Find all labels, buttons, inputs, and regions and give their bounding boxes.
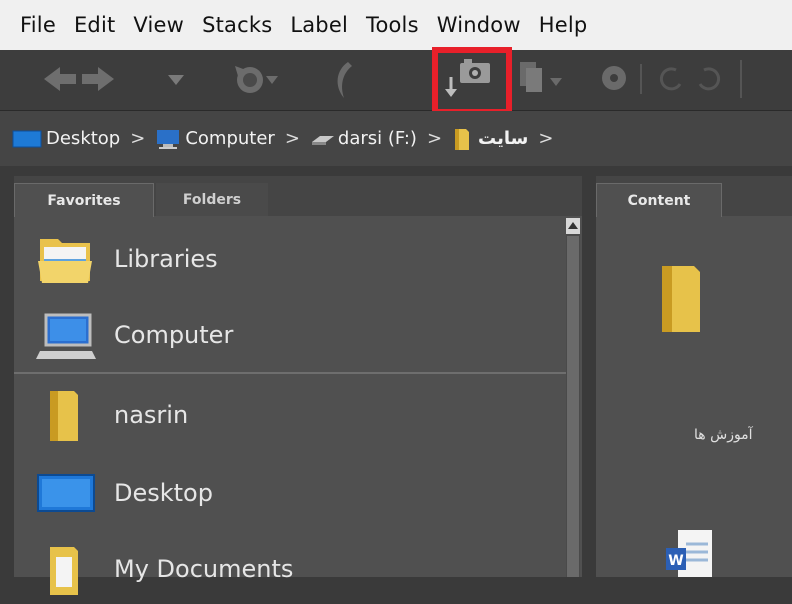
user-folder-icon [34,387,98,443]
content-item-label: آموزش ها [694,427,753,443]
menu-help[interactable]: Help [539,13,588,37]
list-item-desktop[interactable]: Desktop [14,458,554,528]
scrollbar[interactable] [566,218,580,577]
breadcrumb-separator: > [538,128,554,149]
content-panel: Content آموزش ها W [596,176,792,577]
folder-icon [455,128,470,150]
breadcrumb: Desktop > Computer > darsi (F:) > سایت > [0,111,792,166]
breadcrumb-desktop[interactable]: Desktop [12,128,120,149]
breadcrumb-folder[interactable]: سایت [452,126,528,152]
list-item-label: Libraries [114,245,218,273]
breadcrumb-label: سایت [478,128,529,149]
toolbar [0,47,792,115]
libraries-icon [34,231,98,287]
tab-folders[interactable]: Folders [156,183,268,216]
svg-text:W: W [668,553,683,569]
menu-stacks[interactable]: Stacks [202,13,272,37]
chevron-up-icon [568,222,578,229]
boomerang-icon[interactable] [330,60,356,104]
breadcrumb-separator: > [284,128,300,149]
rotate-icon[interactable] [600,62,628,98]
folder-icon [662,266,700,332]
list-divider [14,372,568,374]
breadcrumb-drive[interactable]: darsi (F:) [310,128,417,149]
drive-icon [311,135,334,145]
favorites-panel: Favorites Folders Libraries Computer nas… [14,176,582,595]
toolbar-divider [740,60,742,98]
menu-label[interactable]: Label [290,13,348,37]
desktop-icon [12,130,42,147]
word-document-icon: W [666,530,712,577]
tab-favorites[interactable]: Favorites [14,183,154,217]
menu-bar: File Edit View Stacks Label Tools Window… [0,0,792,50]
content-item-document[interactable]: W [664,526,716,581]
get-photos-from-camera-icon [445,59,490,97]
breadcrumb-computer[interactable]: Computer [155,128,275,150]
dropdown-icon[interactable] [166,72,186,91]
get-photos-from-camera-button[interactable] [432,47,512,115]
left-panel-tabs: Favorites Folders [14,176,582,217]
list-item-computer[interactable]: Computer [14,300,554,370]
list-item-label: My Documents [114,555,294,583]
toolbar-divider [640,64,642,94]
desktop-icon [34,465,98,521]
breadcrumb-label: Desktop [46,128,121,149]
breadcrumb-label: darsi (F:) [337,128,417,149]
rotate-left-icon[interactable] [656,64,684,98]
recent-icon[interactable] [232,62,280,100]
scroll-up-button[interactable] [566,218,580,234]
documents-icon [34,541,98,597]
content-panel-tabs: Content [596,176,792,217]
menu-file[interactable]: File [20,13,56,37]
tab-content[interactable]: Content [596,183,722,217]
content-item-folder[interactable] [654,262,718,342]
list-item-label: Computer [114,321,234,349]
menu-view[interactable]: View [133,13,184,37]
forward-icon[interactable] [80,64,116,98]
list-item-libraries[interactable]: Libraries [14,224,554,294]
list-item-label: Desktop [114,479,213,507]
menu-window[interactable]: Window [437,13,521,37]
breadcrumb-label: Computer [185,128,275,149]
rotate-right-icon[interactable] [696,64,724,98]
copy-icon[interactable] [518,60,568,100]
computer-icon [34,307,98,363]
menu-tools[interactable]: Tools [366,13,419,37]
breadcrumb-separator: > [426,128,443,149]
scroll-thumb[interactable] [567,236,579,577]
computer-icon [157,129,180,149]
back-icon[interactable] [42,64,78,98]
list-item-nasrin[interactable]: nasrin [14,380,554,450]
list-item-label: nasrin [114,401,189,429]
breadcrumb-separator: > [130,128,146,149]
list-item-my-documents[interactable]: My Documents [14,534,554,604]
menu-edit[interactable]: Edit [74,13,115,37]
